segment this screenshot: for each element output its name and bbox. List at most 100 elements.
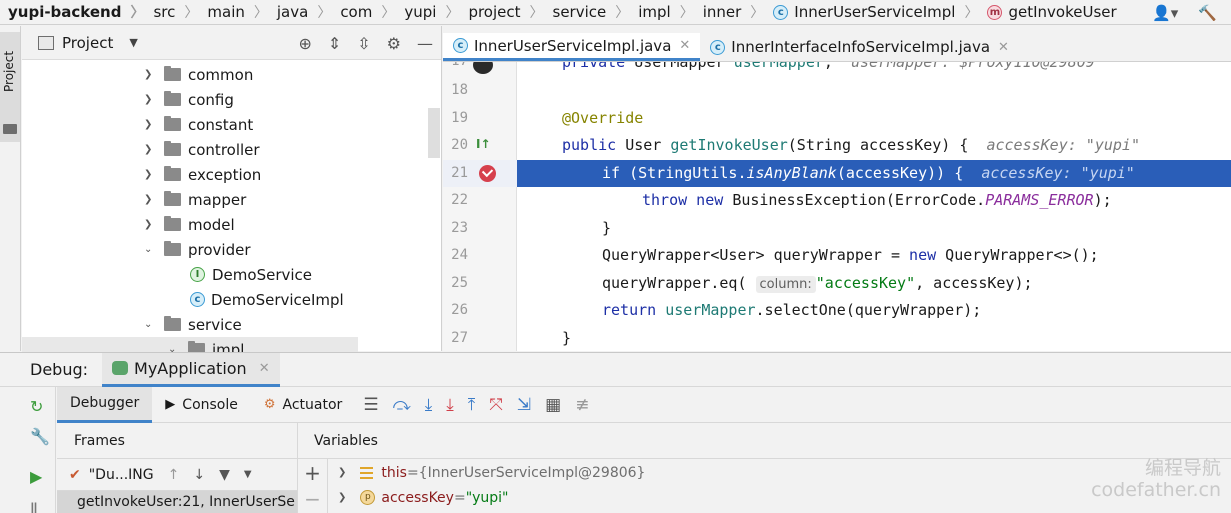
field-icon bbox=[360, 466, 374, 479]
interface-icon: I bbox=[190, 267, 205, 282]
tree-item[interactable]: ❯ common bbox=[22, 62, 442, 87]
tree-item[interactable]: ❯ controller bbox=[22, 137, 442, 162]
debug-session-tab[interactable]: MyApplication ✕ bbox=[102, 352, 280, 387]
chevron-down-icon[interactable]: ⌄ bbox=[144, 244, 156, 255]
breadcrumb-label: src bbox=[153, 3, 176, 21]
chevron-right-icon[interactable]: ❯ bbox=[144, 169, 156, 180]
breadcrumb-item[interactable]: impl 〉 bbox=[629, 2, 693, 22]
wrench-icon[interactable]: 🔧 bbox=[30, 427, 50, 446]
expand-all-icon[interactable]: ⇕ bbox=[328, 34, 341, 53]
breadcrumb-item[interactable]: service 〉 bbox=[544, 2, 630, 22]
show-execution-point-icon[interactable]: ⤼ bbox=[393, 395, 411, 415]
arrow-up-icon[interactable]: ↑ bbox=[168, 467, 180, 483]
code-token: new bbox=[909, 246, 946, 264]
drop-frame-icon[interactable]: ⤧ bbox=[489, 395, 503, 415]
breadcrumb-item[interactable]: src 〉 bbox=[144, 2, 198, 22]
tree-item[interactable]: ❯ exception bbox=[22, 162, 442, 187]
tree-item[interactable]: c DemoServiceImpl bbox=[22, 287, 442, 312]
breadcrumb-item[interactable]: yupi 〉 bbox=[395, 2, 459, 22]
breadcrumb-method[interactable]: m getInvokeUser bbox=[978, 3, 1117, 21]
breadcrumb-item[interactable]: java 〉 bbox=[268, 2, 331, 22]
tree-scrollbar[interactable] bbox=[428, 108, 440, 158]
tree-item[interactable]: I DemoService bbox=[22, 262, 442, 287]
rerun-icon[interactable]: ↻ bbox=[30, 397, 43, 416]
editor-tab[interactable]: c InnerInterfaceInfoServiceImpl.java ✕ bbox=[700, 33, 1019, 61]
breadcrumb-label: project bbox=[468, 3, 521, 21]
tab-label: Actuator bbox=[282, 396, 343, 413]
chevron-down-icon[interactable]: ⌄ bbox=[144, 319, 156, 330]
minimize-icon[interactable]: — bbox=[417, 34, 433, 53]
step-into-icon[interactable]: ⤓ bbox=[446, 395, 454, 415]
menu-icon[interactable]: ☰ bbox=[363, 395, 378, 415]
chevron-right-icon[interactable]: ❯ bbox=[144, 119, 156, 130]
step-over-icon[interactable]: ⤓ bbox=[425, 395, 433, 415]
step-out-icon[interactable]: ⤒ bbox=[468, 395, 476, 415]
breadcrumb-item[interactable]: yupi-backend 〉 bbox=[0, 2, 144, 22]
chevron-right-icon[interactable]: ❯ bbox=[144, 94, 156, 105]
tab-debugger[interactable]: Debugger bbox=[57, 386, 153, 423]
arrow-down-icon[interactable]: ↓ bbox=[193, 467, 205, 483]
pause-icon[interactable]: Ⅱ bbox=[30, 499, 38, 513]
project-panel-title[interactable]: Project bbox=[62, 34, 113, 52]
override-marker-icon[interactable]: I↑ bbox=[476, 137, 491, 151]
user-icon[interactable]: 👤▾ bbox=[1152, 4, 1178, 22]
gear-icon[interactable]: ⚙ bbox=[387, 34, 401, 53]
code-line: QueryWrapper<User> queryWrapper = new Qu… bbox=[602, 242, 1099, 269]
close-icon[interactable]: ✕ bbox=[998, 40, 1009, 55]
debug-session-label: MyApplication bbox=[134, 358, 247, 378]
tab-console[interactable]: ▶ Console bbox=[152, 387, 251, 423]
chevron-down-icon[interactable]: ▼ bbox=[244, 469, 252, 480]
chevron-right-icon[interactable]: ❯ bbox=[144, 144, 156, 155]
breakpoint-icon[interactable] bbox=[479, 165, 496, 182]
build-hammer-icon[interactable]: 🔨 bbox=[1198, 4, 1217, 22]
filter-icon[interactable]: ▼ bbox=[219, 467, 230, 483]
variable-row[interactable]: ❯ this = {InnerUserServiceImpl@29806} bbox=[338, 460, 645, 485]
breadcrumb-item[interactable]: main 〉 bbox=[198, 2, 267, 22]
project-tool-tab[interactable]: Project bbox=[0, 32, 20, 142]
inline-value-hint: accessKey: "yupi" bbox=[981, 164, 1135, 182]
variable-value: "yupi" bbox=[465, 489, 509, 506]
resume-icon[interactable]: ▶ bbox=[30, 467, 42, 486]
trace-icon[interactable]: ≢ bbox=[575, 395, 589, 415]
chevron-right-icon[interactable]: ❯ bbox=[144, 194, 156, 205]
chevron-right-icon[interactable]: ❯ bbox=[338, 467, 346, 478]
chevron-right-icon[interactable]: ❯ bbox=[144, 69, 156, 80]
breadcrumb-item[interactable]: project 〉 bbox=[459, 2, 543, 22]
editor-tab-active[interactable]: c InnerUserServiceImpl.java ✕ bbox=[443, 33, 701, 61]
project-icon bbox=[38, 35, 54, 50]
code-token: .selectOne(queryWrapper); bbox=[755, 301, 982, 319]
locate-icon[interactable]: ⊕ bbox=[298, 34, 311, 53]
chevron-right-icon[interactable]: ❯ bbox=[144, 219, 156, 230]
collapse-all-icon[interactable]: ⇳ bbox=[357, 34, 370, 53]
minus-icon[interactable]: − bbox=[298, 487, 327, 511]
tree-item[interactable]: ❯ constant bbox=[22, 112, 442, 137]
code-token: getInvokeUser bbox=[670, 136, 788, 154]
tree-item-label: controller bbox=[188, 140, 260, 159]
tree-item[interactable]: ❯ mapper bbox=[22, 187, 442, 212]
line-number: 21 bbox=[451, 165, 468, 181]
thread-selector[interactable]: ✔ "Du...ING ↑ ↓ ▼ ▼ bbox=[57, 459, 297, 491]
plus-icon[interactable]: + bbox=[298, 461, 327, 485]
code-editor[interactable]: 17 18 19 20 21 22 23 24 25 26 27 I↑ priv… bbox=[443, 62, 1231, 351]
code-line: public User getInvokeUser(String accessK… bbox=[562, 132, 1140, 159]
chevron-down-icon[interactable]: ▼ bbox=[129, 36, 137, 49]
tree-item[interactable]: ⌄ service bbox=[22, 312, 442, 337]
breadcrumb-item[interactable]: com 〉 bbox=[331, 2, 395, 22]
tree-item[interactable]: ❯ config bbox=[22, 87, 442, 112]
run-to-cursor-icon[interactable]: ⇲ bbox=[517, 395, 531, 415]
code-token: ; bbox=[823, 62, 833, 71]
frame-row[interactable]: getInvokeUser:21, InnerUserSe bbox=[57, 491, 297, 513]
tree-item[interactable]: ⌄ provider bbox=[22, 237, 442, 262]
debug-panel: Debug: MyApplication ✕ ↻ 🔧 ▶ Ⅱ Debugger ▶… bbox=[0, 352, 1231, 513]
evaluate-expression-icon[interactable]: ▦ bbox=[545, 395, 561, 415]
chevron-right-icon[interactable]: ❯ bbox=[338, 492, 346, 503]
breadcrumb-class[interactable]: c InnerUserServiceImpl 〉 bbox=[764, 2, 978, 22]
tab-actuator[interactable]: ⚙ Actuator bbox=[251, 387, 355, 423]
parameter-hint: column: bbox=[755, 276, 816, 293]
project-panel: Project ▼ ⊕ ⇕ ⇳ ⚙ — ❯ common ❯ config ❯ con… bbox=[22, 26, 442, 362]
breadcrumb-item[interactable]: inner 〉 bbox=[694, 2, 765, 22]
close-icon[interactable]: ✕ bbox=[259, 361, 270, 376]
variable-row[interactable]: ❯ p accessKey = "yupi" bbox=[338, 485, 509, 510]
tree-item[interactable]: ❯ model bbox=[22, 212, 442, 237]
close-icon[interactable]: ✕ bbox=[679, 38, 690, 53]
